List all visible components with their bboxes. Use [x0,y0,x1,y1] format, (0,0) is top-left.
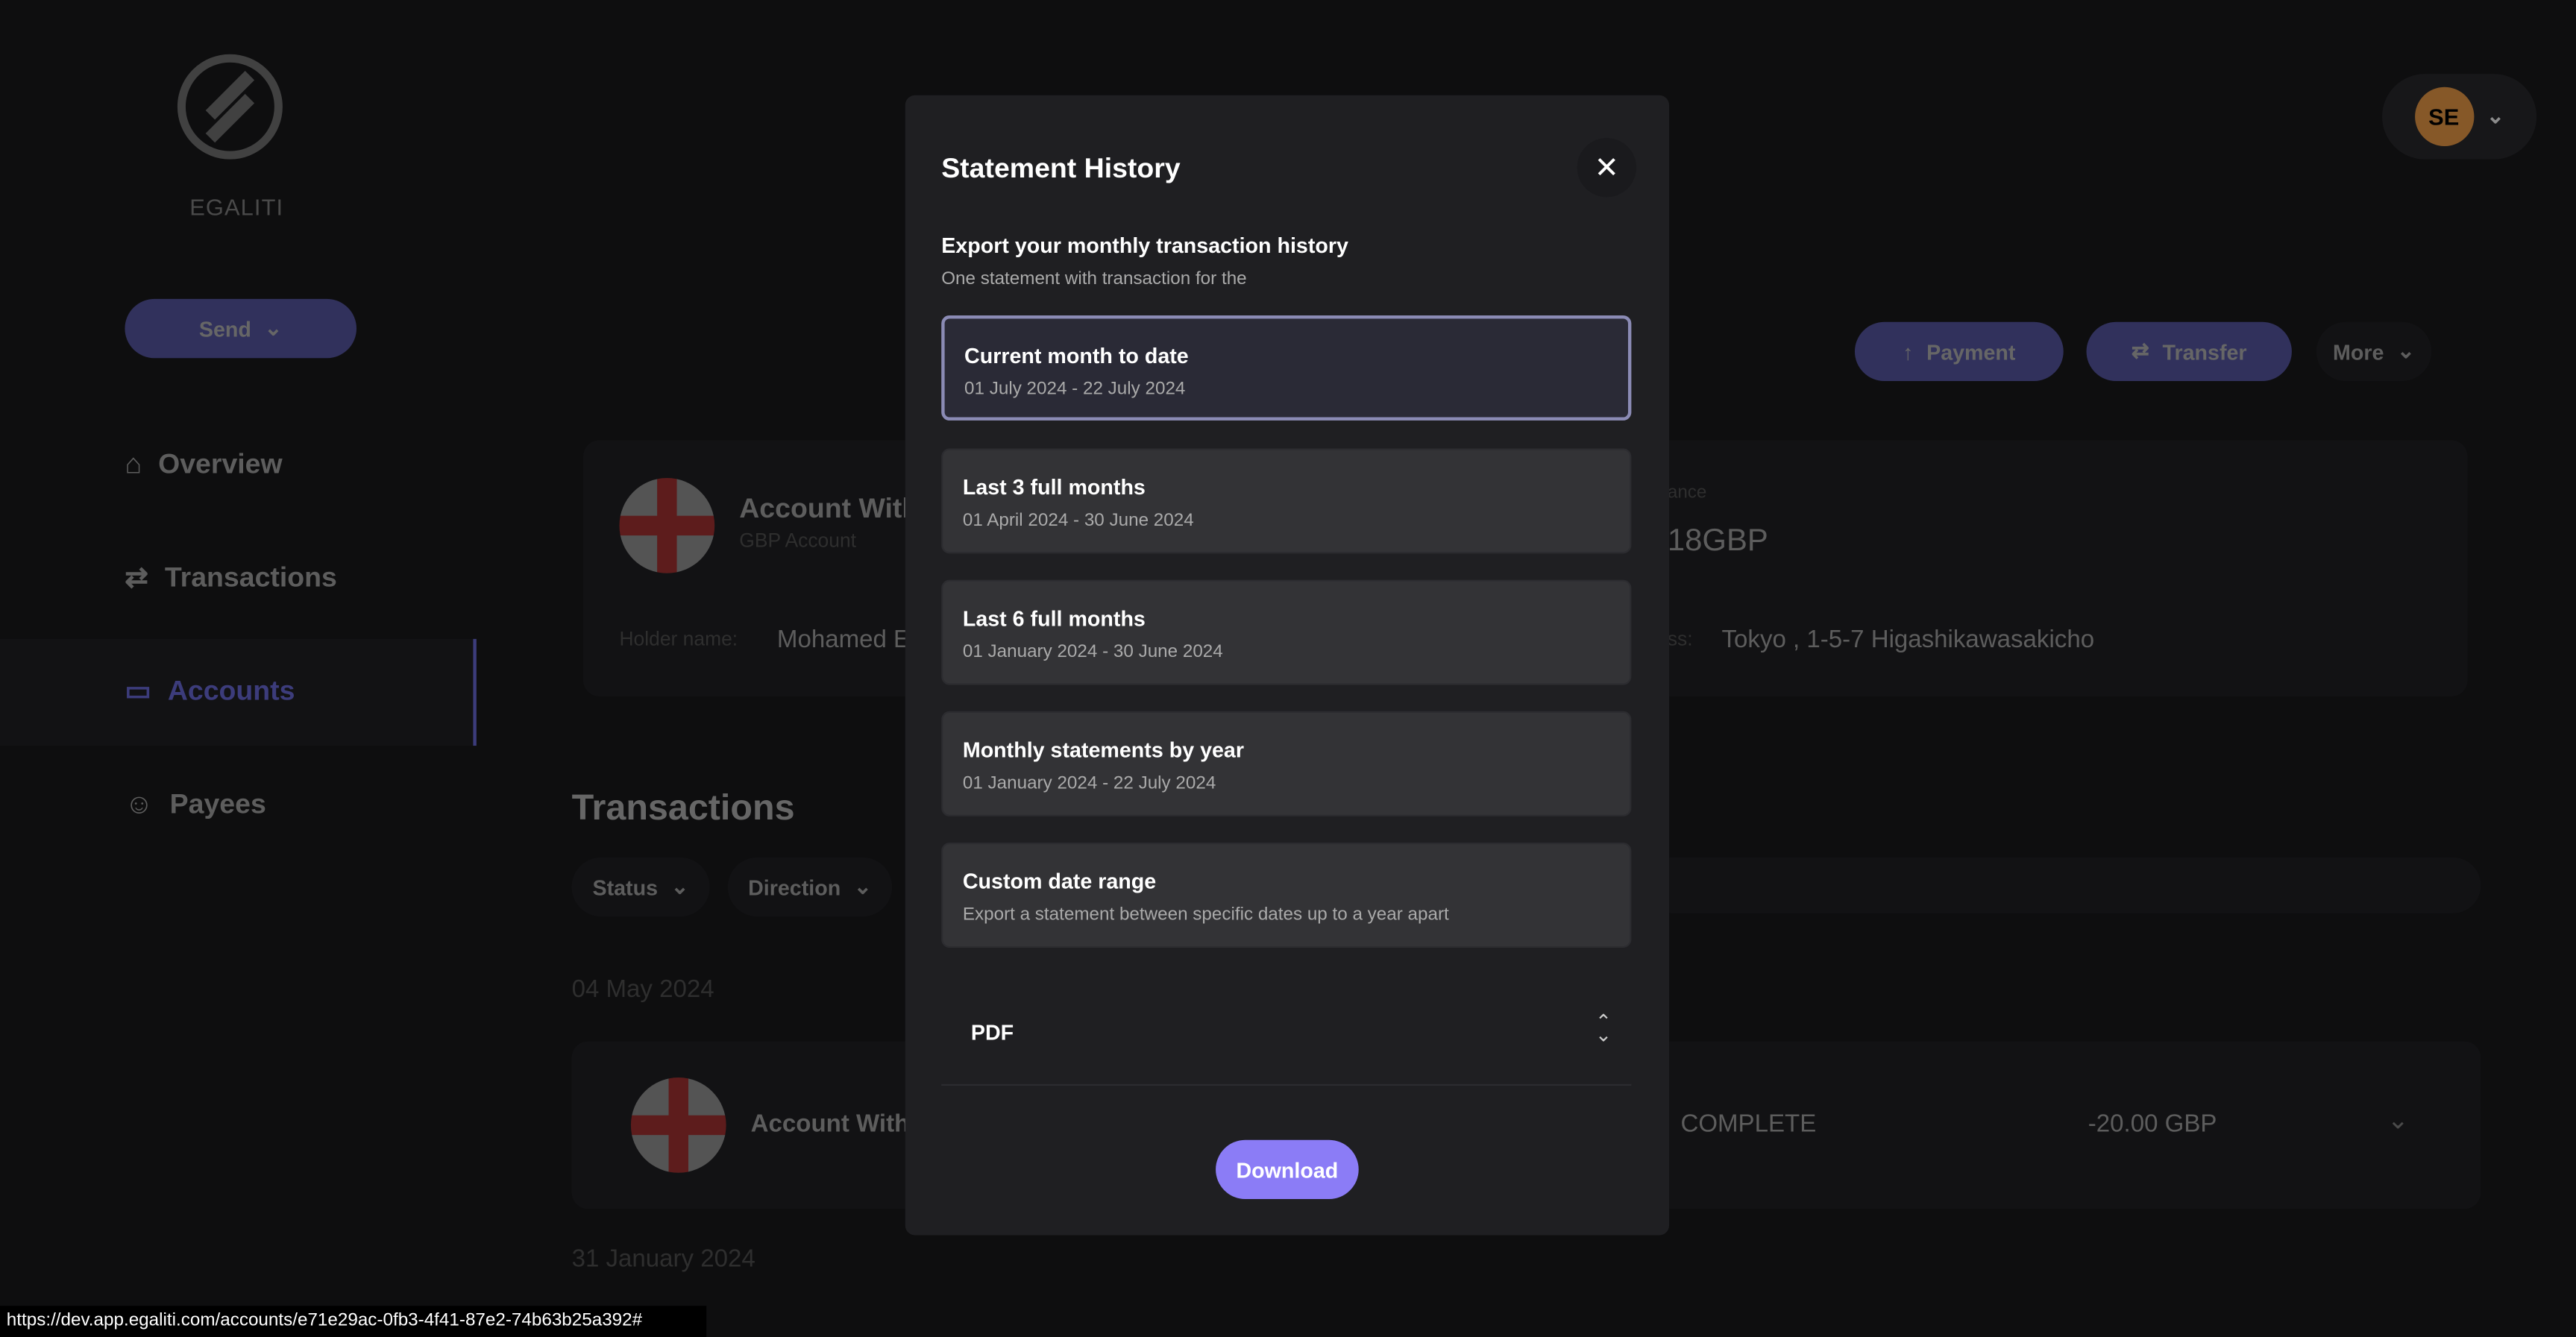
option-subtitle: 01 January 2024 - 30 June 2024 [962,642,1223,662]
status-bar-url: https://dev.app.egaliti.com/accounts/e71… [0,1306,707,1337]
option-title: Last 6 full months [962,605,1146,631]
download-label: Download [1236,1157,1339,1182]
option-title: Monthly statements by year [962,737,1245,763]
close-icon[interactable]: ✕ [1577,138,1636,198]
format-select[interactable]: PDF ⌃ ⌄ [941,995,1632,1086]
modal-heading: Export your monthly transaction history [941,233,1348,258]
option-monthly-by-year[interactable]: Monthly statements by year 01 January 202… [941,711,1632,817]
statement-history-modal: Statement History ✕ Export your monthly … [905,95,1670,1236]
option-last-6-months[interactable]: Last 6 full months 01 January 2024 - 30 J… [941,579,1632,685]
modal-title: Statement History [941,152,1181,184]
option-subtitle: 01 April 2024 - 30 June 2024 [962,511,1194,531]
option-subtitle: Export a statement between specific date… [962,905,1449,925]
modal-subheading: One statement with transaction for the [941,269,1247,289]
option-title: Current month to date [964,343,1189,368]
option-last-3-months[interactable]: Last 3 full months 01 April 2024 - 30 Jun… [941,448,1632,554]
app: EGALITI Send ⌄ ⌂ Overview ⇄ Transactions ▭ A… [0,0,2576,1337]
option-current-month[interactable]: Current month to date 01 July 2024 - 22 J… [941,315,1632,421]
option-subtitle: 01 July 2024 - 22 July 2024 [964,379,1186,400]
chevron-up-down-icon: ⌃ ⌄ [1595,1010,1612,1047]
option-title: Last 3 full months [962,474,1146,500]
option-subtitle: 01 January 2024 - 22 July 2024 [962,773,1216,793]
download-button[interactable]: Download [1216,1139,1359,1200]
format-value: PDF [970,1019,1014,1045]
option-title: Custom date range [962,869,1157,894]
option-custom-range[interactable]: Custom date range Export a statement betw… [941,843,1632,949]
